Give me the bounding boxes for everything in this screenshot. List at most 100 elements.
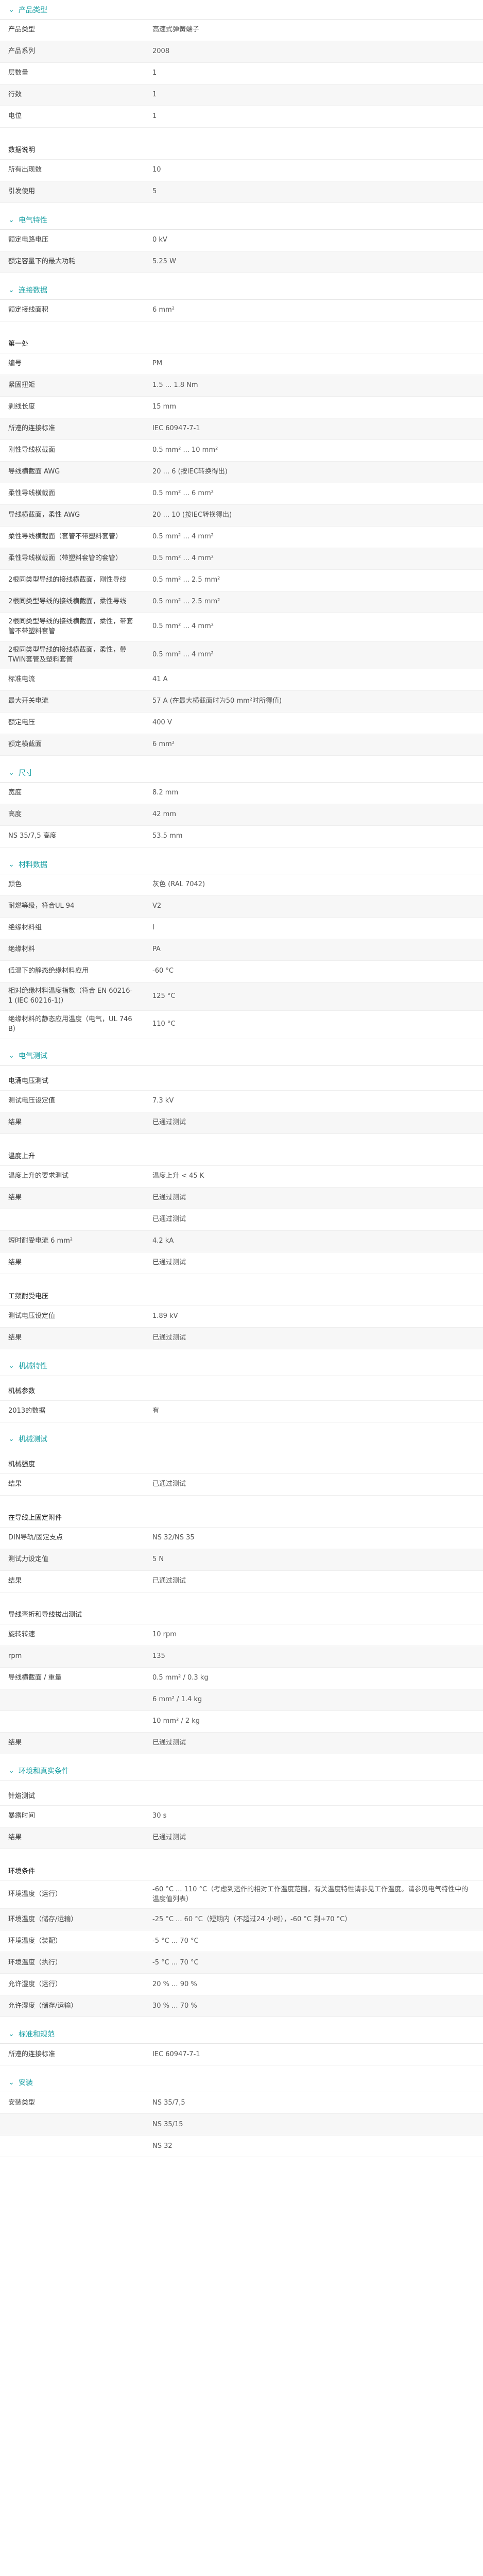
spec-value: 400 V	[152, 719, 172, 727]
spec-row: 绝缘材料组 I	[0, 918, 483, 940]
spec-label: 标准电流	[8, 675, 36, 684]
subsection-title: 导线弯折和导线拔出测试	[0, 1600, 483, 1624]
section-header[interactable]: ⌄ 机械测试	[0, 1429, 483, 1449]
spec-value: 20 % ... 90 %	[152, 1980, 197, 1988]
spec-label: 行数	[8, 91, 22, 99]
spec-section: ⌄ 电气特性 额定电路电压 0 kV 额定容量下的最大功耗 5.25 W	[0, 210, 483, 280]
spec-label: 绝缘材料	[8, 945, 36, 954]
section-header[interactable]: ⌄ 标准和规范	[0, 2024, 483, 2044]
spec-label: 所有出现数	[8, 166, 42, 174]
spec-label: 低温下的静态绝缘材料应用	[8, 967, 89, 975]
section-header[interactable]: ⌄ 电气特性	[0, 210, 483, 230]
spec-label: 环境温度（运行）	[8, 1890, 62, 1899]
block-gap	[0, 321, 483, 329]
spec-label: 额定横截面	[8, 740, 42, 749]
spec-value: 0.5 mm² / 0.3 kg	[152, 1673, 209, 1682]
spec-value: 4.2 kA	[152, 1236, 174, 1245]
spec-value: 30 s	[152, 1811, 167, 1820]
spec-label: 柔性导线横截面（带塑料套管的套管）	[8, 554, 123, 563]
spec-value: 30 % ... 70 %	[152, 2002, 197, 2010]
spec-value: 10 mm² / 2 kg	[152, 1717, 200, 1725]
spec-value: -60 °C ... 110 °C（考虑到运作的相对工作温度范围，有关温度特性请…	[152, 1885, 469, 1903]
section-header[interactable]: ⌄ 产品类型	[0, 0, 483, 20]
spec-value: 已通过测试	[152, 1258, 186, 1266]
spec-row: 绝缘材料的静态应用温度（电气，UL 746 B） 110 °C	[0, 1011, 483, 1039]
spec-label: 2根同类型导线的接线横截面，柔性，带套管不带塑料套管	[8, 618, 133, 635]
spec-row: 引发使用 5	[0, 181, 483, 203]
section-header[interactable]: ⌄ 环境和真实条件	[0, 1761, 483, 1781]
spec-label: 结果	[8, 1118, 22, 1126]
spec-row: 产品系列 2008	[0, 41, 483, 63]
spec-value: 已通过测试	[152, 1577, 186, 1585]
subsection-title: 第一处	[0, 329, 483, 353]
spec-row: rpm 135	[0, 1646, 483, 1668]
spec-row: 测试电压设定值 1.89 kV	[0, 1306, 483, 1328]
block-gap	[0, 1349, 483, 1357]
spec-value: 已通过测试	[152, 1738, 186, 1747]
spec-value: 135	[152, 1652, 165, 1660]
spec-row: 2根同类型导线的接线横截面，柔性导线 0.5 mm² ... 2.5 mm²	[0, 591, 483, 613]
spec-value: 5	[152, 188, 157, 196]
spec-row: 测试力设定值 5 N	[0, 1549, 483, 1571]
section-header[interactable]: ⌄ 尺寸	[0, 763, 483, 783]
block-gap	[0, 1496, 483, 1503]
spec-value: 6 mm²	[152, 306, 175, 314]
subsection-title: 在导线上固定附件	[0, 1503, 483, 1528]
spec-section: ⌄ 安装 安装类型 NS 35/7,5 NS 35/15 NS 32	[0, 2073, 483, 2164]
section-header[interactable]: ⌄ 材料数据	[0, 855, 483, 875]
block-gap	[0, 1754, 483, 1761]
spec-value: NS 32	[152, 2142, 173, 2150]
spec-value: NS 35/15	[152, 2120, 183, 2128]
section-title: 材料数据	[19, 860, 47, 869]
spec-row: 所遵的连接标准 IEC 60947-7-1	[0, 418, 483, 440]
section-header[interactable]: ⌄ 电气测试	[0, 1046, 483, 1066]
spec-label: 暴露时间	[8, 1811, 36, 1820]
spec-row: 刚性导线横截面 0.5 mm² ... 10 mm²	[0, 440, 483, 462]
spec-label: 允许湿度（储存/运输）	[8, 2002, 78, 2010]
chevron-down-icon: ⌄	[8, 768, 14, 777]
spec-value: 2008	[152, 47, 170, 56]
block-gap	[0, 1849, 483, 1856]
spec-value: IEC 60947-7-1	[152, 2050, 200, 2058]
spec-value: 1	[152, 112, 157, 121]
section-header[interactable]: ⌄ 机械特性	[0, 1356, 483, 1376]
spec-label	[0, 2121, 144, 2129]
spec-row: 允许湿度（运行） 20 % ... 90 %	[0, 1974, 483, 1996]
spec-row: 剥线长度 15 mm	[0, 397, 483, 418]
spec-value: -5 °C ... 70 °C	[152, 1937, 199, 1945]
spec-value: 0.5 mm² ... 4 mm²	[152, 533, 214, 541]
spec-label: 绝缘材料组	[8, 924, 42, 932]
spec-section: ⌄ 产品类型 产品类型 高速式弹簧端子 产品系列 2008 层数量 1 行数 1 电位 1 数据说明 所有…	[0, 0, 483, 210]
spec-label: 结果	[8, 1577, 22, 1585]
spec-row: 环境温度（装配） -5 °C ... 70 °C	[0, 1930, 483, 1953]
block-gap	[0, 128, 483, 135]
section-title: 机械测试	[19, 1435, 47, 1444]
spec-label: 结果	[8, 1333, 22, 1342]
spec-label: 安装类型	[8, 2098, 36, 2107]
section-header[interactable]: ⌄ 连接数据	[0, 280, 483, 300]
spec-label: 引发使用	[8, 188, 36, 196]
spec-label: 环境温度（装配）	[8, 1937, 62, 1945]
spec-label: 2根同类型导线的接线横截面，柔性导线	[8, 598, 127, 606]
spec-value: 已通过测试	[152, 1480, 186, 1488]
spec-value: 125 °C	[152, 992, 176, 1000]
spec-row: 层数量 1	[0, 63, 483, 84]
section-title: 产品类型	[19, 6, 47, 14]
spec-row: NS 35/7,5 高度 53.5 mm	[0, 826, 483, 848]
spec-row: 结果 已通过测试	[0, 1732, 483, 1754]
spec-row: 额定接线面积 6 mm²	[0, 300, 483, 321]
spec-label: 电位	[8, 112, 22, 121]
spec-label: 耐燃等级，符合UL 94	[8, 902, 75, 910]
subsection-title: 温度上升	[0, 1141, 483, 1166]
spec-label: 2根同类型导线的接线横截面，柔性，带TWIN套管及塑料套管	[8, 646, 127, 664]
section-header[interactable]: ⌄ 安装	[0, 2073, 483, 2093]
spec-value: 8.2 mm	[152, 789, 179, 797]
chevron-down-icon: ⌄	[8, 285, 14, 294]
spec-value: IEC 60947-7-1	[152, 425, 200, 433]
section-title: 电气测试	[19, 1052, 47, 1061]
spec-row: 2根同类型导线的接线横截面，刚性导线 0.5 mm² ... 2.5 mm²	[0, 570, 483, 591]
spec-label: 环境温度（储存/运输）	[8, 1915, 78, 1923]
spec-row: 低温下的静态绝缘材料应用 -60 °C	[0, 961, 483, 983]
spec-label: 结果	[8, 1258, 22, 1266]
spec-row: 宽度 8.2 mm	[0, 783, 483, 805]
